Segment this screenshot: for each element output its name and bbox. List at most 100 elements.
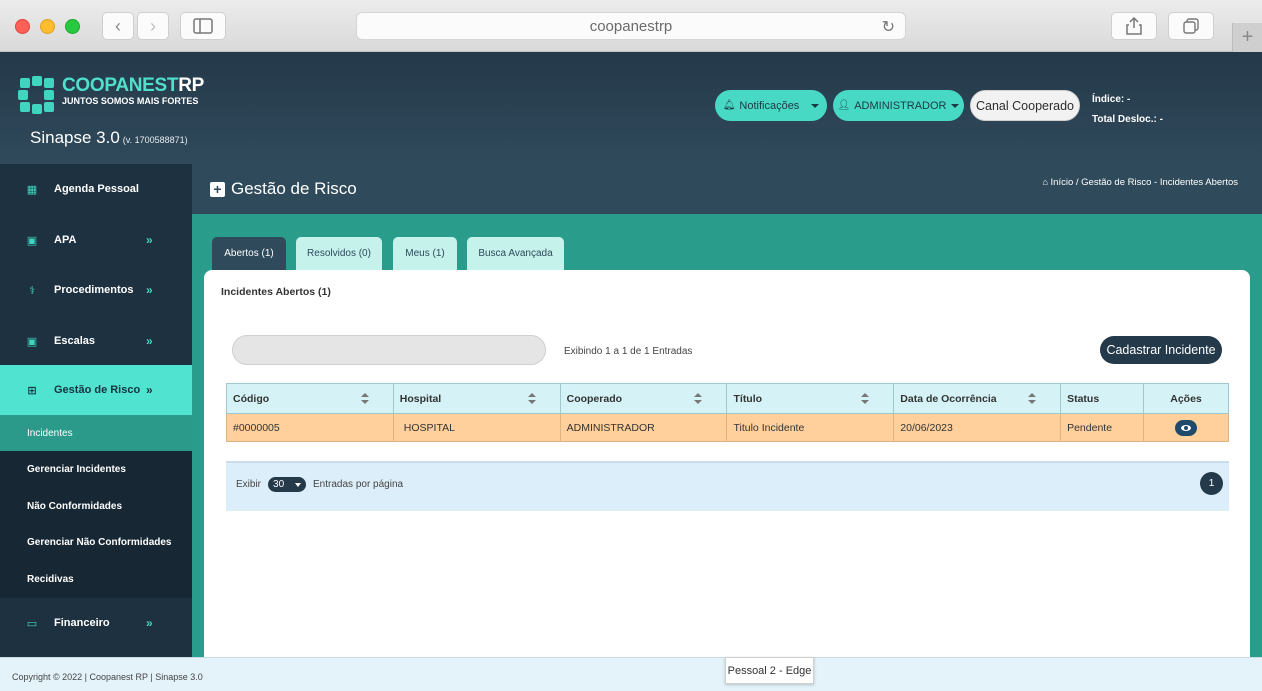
sidebar: ▦ Agenda Pessoal ▣ APA » ⚕ Procedimentos… — [0, 164, 192, 657]
canal-cooperado-button[interactable]: Canal Cooperado — [970, 90, 1080, 121]
tab-resolvidos[interactable]: Resolvidos (0) — [296, 237, 382, 270]
sidebar-toggle-button[interactable] — [180, 12, 226, 40]
chevron-right-icon: › — [150, 15, 156, 36]
submenu-item-gerenciar-nao-conformidades[interactable]: Gerenciar Não Conformidades — [0, 524, 192, 560]
sidebar-item-escalas[interactable]: ▣ Escalas » — [0, 316, 192, 366]
view-button[interactable] — [1175, 419, 1198, 436]
tab-meus[interactable]: Meus (1) — [393, 237, 457, 270]
address-bar[interactable]: coopanestrp ↻ — [356, 12, 906, 40]
add-incident-button[interactable]: Cadastrar Incidente — [1100, 336, 1222, 364]
sidebar-icon — [193, 18, 213, 34]
minimize-window-button[interactable] — [40, 19, 55, 34]
sort-icon — [360, 393, 369, 405]
cell-status: Pendente — [1060, 413, 1145, 442]
incidents-table: Código Hospital Cooperado Título Data de… — [226, 383, 1229, 442]
reload-icon[interactable]: ↻ — [882, 17, 895, 37]
breadcrumb[interactable]: ⌂ Início / Gestão de Risco - Incidentes … — [1042, 177, 1238, 188]
brand-logo[interactable]: COOPANESTRP JUNTOS SOMOS MAIS FORTES — [18, 76, 204, 114]
tab-abertos[interactable]: Abertos (1) — [212, 237, 286, 270]
total-displacement-readout: Total Desloc.: - — [1092, 114, 1163, 125]
notifications-button[interactable]: 🔔︎ Notificações — [715, 90, 827, 121]
column-header-data[interactable]: Data de Ocorrência — [893, 383, 1062, 414]
bell-icon: 🔔︎ — [722, 100, 736, 111]
entries-info: Exibindo 1 a 1 de 1 Entradas — [564, 346, 693, 357]
chevron-down-icon — [295, 482, 302, 487]
stethoscope-icon: ⚕ — [29, 284, 35, 297]
app-footer: Copyright © 2022 | Coopanest RP | Sinaps… — [0, 657, 1262, 691]
sidebar-item-procedimentos[interactable]: ⚕ Procedimentos » — [0, 265, 192, 315]
cell-data: 20/06/2023 — [893, 413, 1062, 442]
table-icon: ▦ — [26, 183, 38, 196]
search-input[interactable] — [232, 335, 546, 365]
page-title: + Gestão de Risco — [210, 179, 357, 199]
brand-name: COOPANESTRP — [62, 75, 205, 96]
plus-square-icon: + — [210, 181, 225, 197]
submenu-item-nao-conformidades[interactable]: Não Conformidades — [0, 488, 192, 524]
close-window-button[interactable] — [15, 19, 30, 34]
share-button[interactable] — [1111, 12, 1157, 40]
money-icon: ▭ — [26, 617, 38, 630]
sort-icon — [694, 393, 703, 405]
index-readout: Índice: - — [1092, 94, 1131, 105]
tabs-overview-button[interactable] — [1168, 12, 1214, 40]
sidebar-item-gestao-de-risco[interactable]: ⊞ Gestão de Risco » — [0, 365, 192, 415]
column-header-codigo[interactable]: Código — [226, 383, 394, 414]
submenu-item-incidentes[interactable]: Incidentes — [0, 415, 192, 451]
sort-icon — [1028, 393, 1037, 405]
cell-titulo: Titulo Incidente — [726, 413, 895, 442]
cell-codigo: #0000005 — [226, 413, 394, 442]
notifications-label: Notificações — [739, 99, 800, 112]
browser-toolbar: ‹ › coopanestrp ↻ + — [0, 0, 1262, 52]
incidents-card: Incidentes Abertos (1) Exibindo 1 a 1 de… — [204, 270, 1250, 657]
eye-icon — [1181, 424, 1192, 431]
sidebar-item-agenda-pessoal[interactable]: ▦ Agenda Pessoal — [0, 164, 192, 214]
system-title: Sinapse 3.0 (v. 1700588871) — [30, 128, 188, 147]
chevron-double-right-icon: » — [146, 283, 153, 297]
main-content: + Gestão de Risco ⌂ Início / Gestão de R… — [192, 164, 1262, 657]
home-icon: ⌂ — [1042, 177, 1048, 187]
cell-acoes — [1143, 413, 1229, 442]
tab-busca-avancada[interactable]: Busca Avançada — [467, 237, 564, 270]
user-menu-button[interactable]: 👤︎ ADMINISTRADOR — [833, 90, 964, 121]
copyright-text: Copyright © 2022 | Coopanest RP | Sinaps… — [12, 672, 203, 682]
sort-icon — [861, 393, 870, 405]
cell-cooperado: ADMINISTRADOR — [559, 413, 728, 442]
page-size-control: Exibir 30 Entradas por página — [236, 477, 404, 492]
chevron-double-right-icon: » — [146, 616, 153, 630]
pagination-bar: Exibir 30 Entradas por página 1 — [226, 461, 1229, 511]
sidebar-item-apa[interactable]: ▣ APA » — [0, 215, 192, 265]
maximize-window-button[interactable] — [65, 19, 80, 34]
chevron-left-icon: ‹ — [115, 15, 121, 36]
card-title: Incidentes Abertos (1) — [221, 286, 331, 298]
submenu-item-recidivas[interactable]: Recidivas — [0, 561, 192, 597]
chevron-down-icon — [811, 103, 820, 108]
new-tab-button[interactable]: + — [1232, 23, 1262, 52]
calendar-icon: ▣ — [26, 335, 38, 348]
submenu-item-gerenciar-incidentes[interactable]: Gerenciar Incidentes — [0, 451, 192, 487]
page-button-1[interactable]: 1 — [1200, 472, 1223, 495]
column-header-cooperado[interactable]: Cooperado — [559, 383, 728, 414]
logo-mark-icon — [18, 76, 56, 114]
column-header-hospital[interactable]: Hospital — [392, 383, 561, 414]
user-label: ADMINISTRADOR — [854, 99, 947, 112]
profile-tooltip: Pessoal 2 - Edge — [725, 657, 814, 684]
calendar-icon: ▣ — [26, 234, 38, 247]
chevron-down-icon — [951, 103, 960, 108]
sort-icon — [527, 393, 536, 405]
risk-submenu: Incidentes Gerenciar Incidentes Não Conf… — [0, 415, 192, 598]
chevron-double-right-icon: » — [146, 334, 153, 348]
sidebar-item-financeiro[interactable]: ▭ Financeiro » — [0, 598, 192, 648]
plus-square-icon: ⊞ — [27, 384, 37, 397]
forward-button[interactable]: › — [137, 12, 169, 40]
column-header-titulo[interactable]: Título — [726, 383, 895, 414]
table-row[interactable]: #0000005 HOSPITAL ADMINISTRADOR Titulo I… — [226, 413, 1229, 442]
brand-tagline: JUNTOS SOMOS MAIS FORTES — [62, 96, 199, 106]
page-size-select[interactable]: 30 — [268, 477, 307, 492]
chevron-double-right-icon: » — [146, 383, 153, 397]
chevron-double-right-icon: » — [146, 233, 153, 247]
share-icon — [1126, 17, 1142, 35]
column-header-status: Status — [1060, 383, 1145, 414]
user-icon: 👤︎ — [837, 100, 851, 111]
cell-hospital: HOSPITAL — [392, 413, 561, 442]
back-button[interactable]: ‹ — [102, 12, 134, 40]
